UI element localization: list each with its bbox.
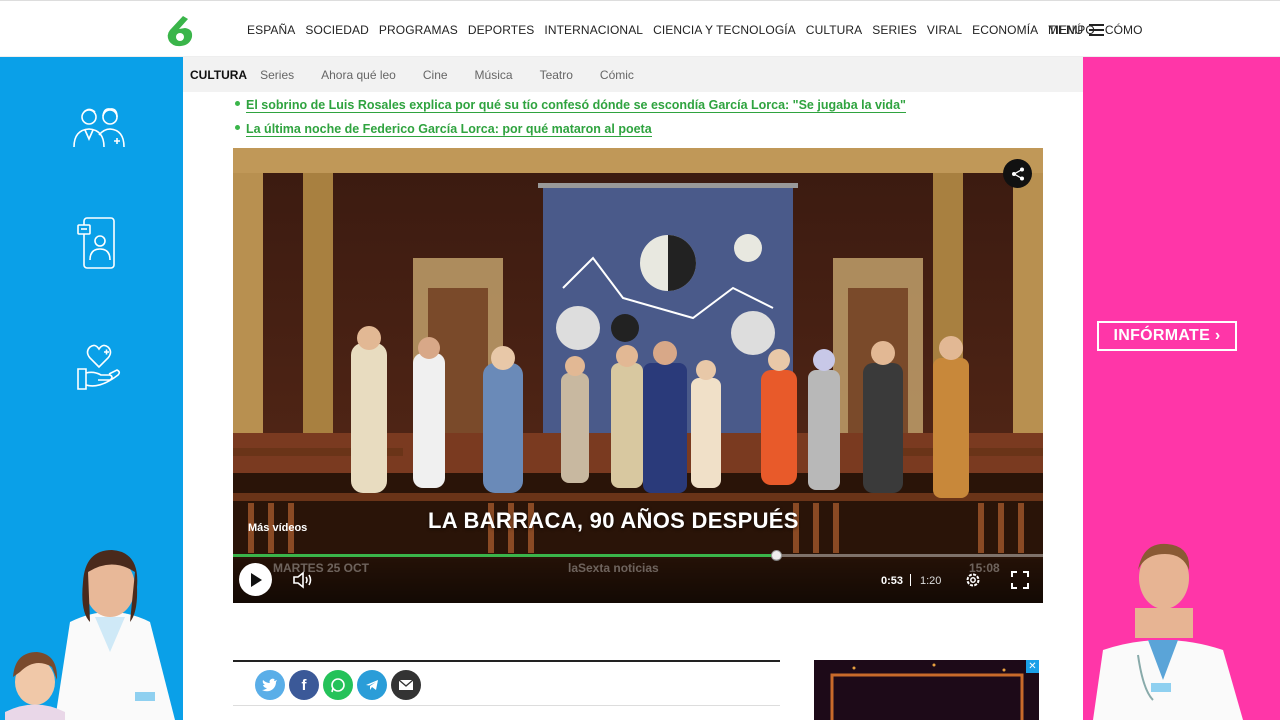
video-player[interactable]: Más vídeos LA BARRACA, 90 AÑOS DESPUÉS M…: [233, 148, 1043, 603]
time-separator: [910, 574, 911, 586]
nav-link-deportes[interactable]: DEPORTES: [468, 23, 535, 37]
telemedicine-phone-icon: [77, 217, 115, 269]
whatsapp-icon[interactable]: [323, 670, 353, 700]
facebook-icon[interactable]: f: [289, 670, 319, 700]
informate-button[interactable]: INFÓRMATE ›: [1097, 321, 1237, 351]
doctors-icon: [73, 108, 125, 148]
nav-link-como[interactable]: CÓMO: [1105, 23, 1143, 37]
telegram-icon[interactable]: [357, 670, 387, 700]
menu-button[interactable]: MENÚ: [1048, 1, 1105, 58]
more-videos-button[interactable]: Más vídeos: [248, 522, 307, 534]
related-link[interactable]: La última noche de Federico García Lorca…: [246, 122, 652, 137]
hamburger-icon: [1089, 23, 1105, 36]
play-icon: [250, 572, 262, 587]
subnav-item-series[interactable]: Series: [260, 68, 294, 82]
related-links-list: El sobrino de Luis Rosales explica por q…: [233, 96, 1043, 144]
nav-link-viral[interactable]: VIRAL: [927, 23, 962, 37]
nav-link-espana[interactable]: ESPAÑA: [247, 23, 295, 37]
menu-label: MENÚ: [1048, 22, 1084, 37]
nav-link-economia[interactable]: ECONOMÍA: [972, 23, 1038, 37]
subnav-active-cultura[interactable]: CULTURA: [190, 68, 247, 82]
current-time: 0:53: [881, 575, 904, 587]
volume-icon[interactable]: [291, 569, 313, 591]
right-ad-panel[interactable]: INFÓRMATE ›: [1083, 57, 1280, 720]
sidebar-ad-image: [814, 660, 1039, 720]
left-ad-panel[interactable]: [0, 57, 183, 720]
section-subnav: CULTURA Series Ahora qué leo Cine Música…: [183, 57, 1083, 92]
video-frame-image: [233, 148, 1043, 603]
subnav-item-comic[interactable]: Cómic: [600, 68, 634, 82]
top-navigation: ESPAÑA SOCIEDAD PROGRAMAS DEPORTES INTER…: [0, 0, 1280, 57]
fullscreen-icon[interactable]: [1011, 571, 1029, 589]
twitter-icon[interactable]: [255, 670, 285, 700]
share-icon: [1011, 167, 1024, 180]
sidebar-ad[interactable]: ✕: [814, 660, 1039, 720]
heart-care-hand-icon: [77, 344, 121, 390]
chevron-right-icon: ›: [1214, 327, 1221, 344]
nav-link-sociedad[interactable]: SOCIEDAD: [305, 23, 368, 37]
subnav-item-teatro[interactable]: Teatro: [540, 68, 573, 82]
share-divider: [233, 660, 780, 662]
doctor-with-child-image: [5, 550, 175, 720]
share-icons: f: [255, 670, 425, 700]
progress-played: [233, 554, 776, 557]
nav-link-internacional[interactable]: INTERNACIONAL: [544, 23, 643, 37]
share-button[interactable]: [1003, 159, 1032, 188]
doctor-man-image: [1093, 543, 1243, 720]
related-link-item: La última noche de Federico García Lorca…: [233, 120, 1043, 138]
email-icon[interactable]: [391, 670, 421, 700]
lasexta-logo[interactable]: [166, 15, 194, 47]
progress-bar[interactable]: [233, 550, 1043, 561]
share-bottom-divider: [233, 705, 780, 706]
settings-gear-icon[interactable]: [964, 571, 982, 589]
nav-link-programas[interactable]: PROGRAMAS: [379, 23, 458, 37]
player-controls: MARTES 25 OCT laSexta noticias 15:08 0:5…: [233, 559, 1043, 603]
subnav-item-ahora-que-leo[interactable]: Ahora qué leo: [321, 68, 396, 82]
nav-link-cultura[interactable]: CULTURA: [806, 23, 862, 37]
subnav-item-cine[interactable]: Cine: [423, 68, 448, 82]
video-caption: LA BARRACA, 90 AÑOS DESPUÉS: [428, 508, 799, 533]
nav-link-series[interactable]: SERIES: [872, 23, 917, 37]
broadcast-date-bug: MARTES 25 OCT: [273, 561, 370, 575]
play-button[interactable]: [239, 563, 272, 596]
nav-link-ciencia[interactable]: CIENCIA Y TECNOLOGÍA: [653, 23, 796, 37]
subnav-item-musica[interactable]: Música: [475, 68, 513, 82]
informate-label: INFÓRMATE: [1113, 327, 1211, 344]
ad-close-icon[interactable]: ✕: [1026, 660, 1039, 673]
related-link-item: El sobrino de Luis Rosales explica por q…: [233, 96, 1043, 114]
duration: 1:20: [920, 575, 942, 587]
related-link[interactable]: El sobrino de Luis Rosales explica por q…: [246, 98, 906, 113]
main-nav: ESPAÑA SOCIEDAD PROGRAMAS DEPORTES INTER…: [247, 1, 1153, 58]
broadcast-channel-bug: laSexta noticias: [568, 561, 659, 575]
